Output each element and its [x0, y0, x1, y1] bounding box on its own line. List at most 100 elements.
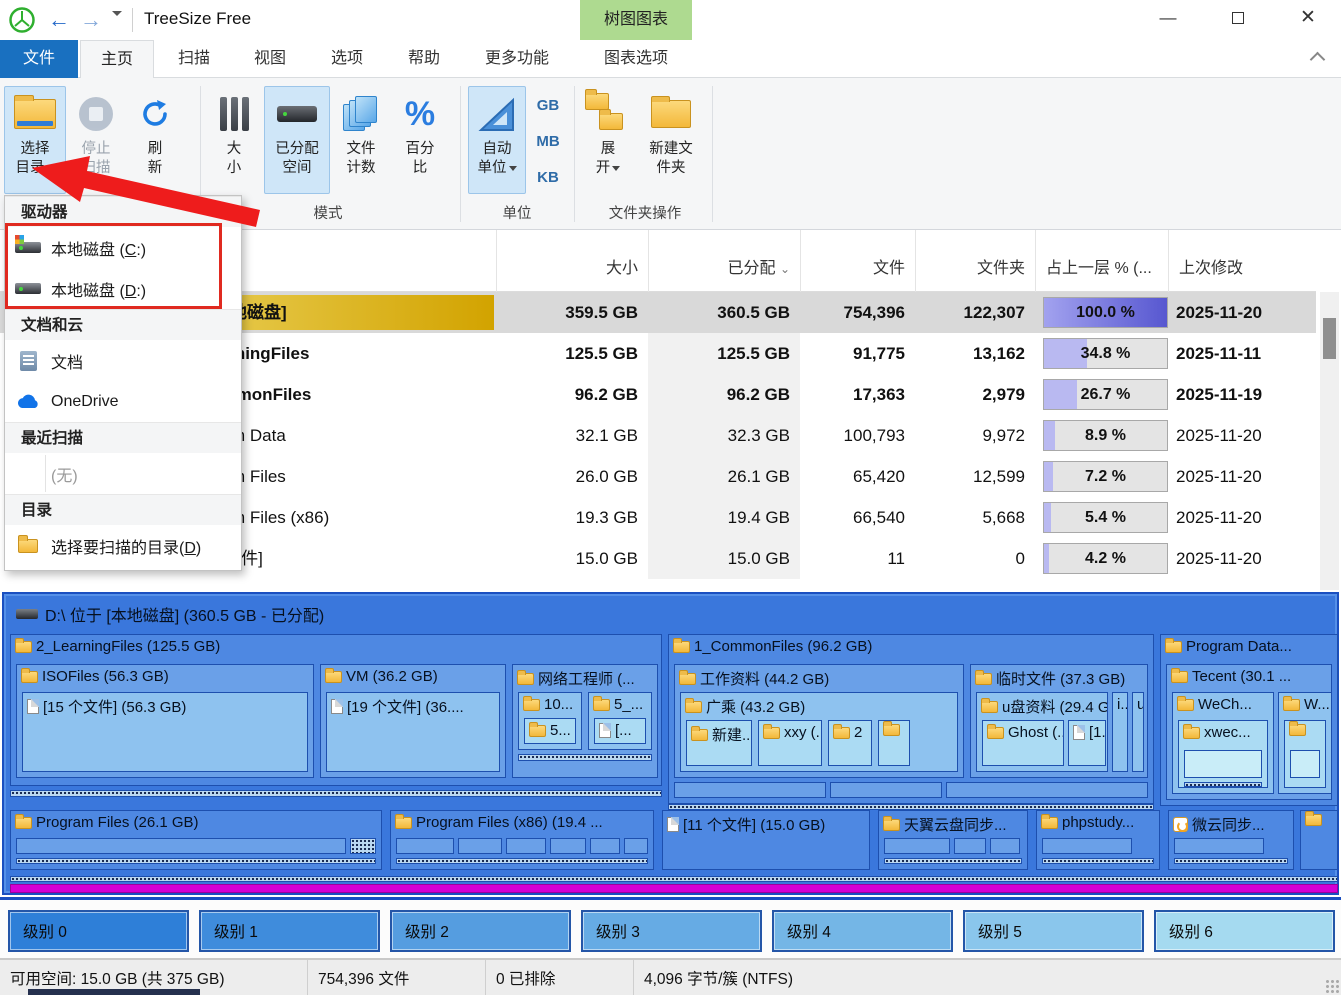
treemap-block-label: WeCh... — [1173, 693, 1273, 716]
tab-主页[interactable]: 主页 — [80, 40, 154, 78]
menu-item-OneDrive[interactable]: OneDrive — [5, 381, 241, 422]
cell-files: 11 — [800, 538, 915, 579]
menu-section-最近扫描: 最近扫描 — [5, 422, 241, 453]
treemap-block-u[interactable]: u — [1132, 692, 1144, 772]
unit-kb-button[interactable]: KB — [528, 162, 568, 194]
cell-files: 754,396 — [800, 292, 915, 333]
refresh-button[interactable]: 刷 新 — [126, 86, 184, 194]
level-button-6[interactable]: 级别 6 — [1154, 910, 1335, 952]
treemap-block-[11 个文件] (15.0 GB)[interactable]: [11 个文件] (15.0 GB) — [662, 810, 870, 870]
folder-group-label: 文件夹操作 — [582, 202, 708, 223]
level-button-5[interactable]: 级别 5 — [963, 910, 1144, 952]
tab-图表选项[interactable]: 图表选项 — [580, 40, 692, 78]
treemap-block[interactable] — [1184, 750, 1262, 778]
cell-size: 19.3 GB — [496, 497, 648, 538]
tab-更多功能[interactable]: 更多功能 — [462, 40, 572, 78]
level-button-0[interactable]: 级别 0 — [8, 910, 189, 952]
column-header-modified[interactable]: 上次修改 — [1168, 230, 1316, 292]
treemap-block-label: ISOFiles (56.3 GB) — [17, 665, 313, 688]
treemap-magenta-bar — [10, 884, 1338, 893]
treemap-block-[1...[interactable]: [1... — [1068, 720, 1106, 766]
column-header-size[interactable]: 大小 — [496, 230, 648, 292]
cell-files: 100,793 — [800, 415, 915, 456]
level-button-4[interactable]: 级别 4 — [772, 910, 953, 952]
column-header-allocated[interactable]: 已分配 ⌄ — [648, 230, 800, 292]
treemap-block[interactable] — [1300, 810, 1338, 870]
treemap-block-[...[interactable]: [... — [594, 718, 646, 744]
level-button-1[interactable]: 级别 1 — [199, 910, 380, 952]
mode-allocated-button[interactable]: 已分配 空间 — [264, 86, 330, 194]
quick-access-customize-icon[interactable] — [112, 16, 122, 34]
select-directory-button[interactable]: 选择 目录 — [4, 86, 66, 194]
forward-arrow-icon[interactable]: → — [80, 7, 102, 33]
treemap-block — [624, 838, 648, 854]
tab-视图[interactable]: 视图 — [234, 40, 306, 78]
ribbon-separator — [574, 86, 575, 222]
drive-icon — [16, 609, 38, 619]
onedrive-icon — [5, 394, 51, 409]
tab-文件[interactable]: 文件 — [0, 40, 78, 78]
unit-mb-button[interactable]: MB — [528, 126, 568, 158]
ribbon-separator — [712, 86, 713, 222]
maximize-button[interactable] — [1215, 0, 1261, 36]
level-button-3[interactable]: 级别 3 — [581, 910, 762, 952]
treemap-block-label: W... — [1279, 693, 1331, 716]
resize-grip-icon[interactable] — [1325, 979, 1339, 993]
folder-icon — [691, 729, 708, 741]
back-arrow-icon[interactable]: ← — [48, 7, 70, 33]
menu-item-文档[interactable]: 文档 — [5, 340, 241, 381]
treemap-small-files-strip — [518, 754, 652, 761]
treemap-block-label: 1_CommonFiles (96.2 GB) — [669, 635, 1153, 658]
treemap-block-xxy (...[interactable]: xxy (... — [758, 720, 822, 766]
treemap-block-[15 个文件] (56.3 GB)[interactable]: [15 个文件] (56.3 GB) — [22, 692, 308, 772]
tab-选项[interactable]: 选项 — [310, 40, 384, 78]
folder-icon — [1177, 699, 1194, 711]
treemap-block — [954, 838, 986, 854]
scrollbar-thumb[interactable] — [1323, 318, 1336, 359]
treemap-block-label: phpstudy... — [1037, 811, 1159, 834]
chart-contextual-group: 树图图表 — [580, 0, 692, 40]
treemap-block[interactable] — [878, 720, 910, 766]
cell-modified: 2025-11-19 — [1168, 374, 1316, 415]
mode-percent-button[interactable]: % 百分 比 — [392, 86, 448, 194]
treemap-block — [590, 838, 620, 854]
treemap-block-label — [879, 721, 909, 739]
column-header-folders[interactable]: 文件夹 — [915, 230, 1035, 292]
tab-扫描[interactable]: 扫描 — [158, 40, 230, 78]
treemap-block-label: [11 个文件] (15.0 GB) — [663, 811, 869, 838]
treemap-block-2[interactable]: 2 — [828, 720, 872, 766]
tab-帮助[interactable]: 帮助 — [388, 40, 460, 78]
mode-filecount-button[interactable]: 文件 计数 — [334, 86, 388, 194]
menu-item-选择要扫描的目录(D)[interactable]: 选择要扫描的目录(D) — [5, 525, 241, 566]
table-scrollbar[interactable] — [1320, 292, 1339, 590]
ruler-triangle-icon — [477, 94, 517, 134]
treemap-block — [458, 838, 502, 854]
treemap-block-新建...[interactable]: 新建... — [686, 720, 752, 766]
minimize-button[interactable]: — — [1145, 0, 1191, 36]
cell-percent: 34.8 % — [1035, 333, 1168, 374]
mode-size-button[interactable]: 大 小 — [208, 86, 260, 194]
cell-percent: 4.2 % — [1035, 538, 1168, 579]
new-folder-button[interactable]: 新建文 件夹 — [638, 86, 704, 194]
menu-item-label: OneDrive — [51, 393, 119, 411]
treemap-block-label: 临时文件 (37.3 GB) — [971, 665, 1147, 692]
close-button[interactable]: ✕ — [1285, 0, 1331, 36]
column-header-percent[interactable]: 占上一层 % (... — [1035, 230, 1168, 292]
expand-button[interactable]: 展 开 — [582, 86, 634, 194]
treemap-block-label: 5_... — [589, 693, 651, 716]
treemap-block-label: VM (36.2 GB) — [321, 665, 505, 688]
treemap-block-Ghost (...[interactable]: Ghost (... — [982, 720, 1064, 766]
column-header-files[interactable]: 文件 — [800, 230, 915, 292]
cell-modified: 2025-11-11 — [1168, 333, 1316, 374]
cell-files: 65,420 — [800, 456, 915, 497]
folder-icon — [673, 641, 690, 653]
level-button-2[interactable]: 级别 2 — [390, 910, 571, 952]
treemap-block-[19 个文件] (36....[interactable]: [19 个文件] (36.... — [326, 692, 500, 772]
auto-units-button[interactable]: 自动 单位 — [468, 86, 526, 194]
treemap-block-5...[interactable]: 5... — [524, 718, 576, 744]
cell-size: 359.5 GB — [496, 292, 648, 333]
treemap-block-i...[interactable]: i... — [1112, 692, 1128, 772]
cell-modified: 2025-11-20 — [1168, 292, 1316, 333]
unit-gb-button[interactable]: GB — [528, 90, 568, 122]
treemap-block[interactable] — [1290, 750, 1320, 778]
